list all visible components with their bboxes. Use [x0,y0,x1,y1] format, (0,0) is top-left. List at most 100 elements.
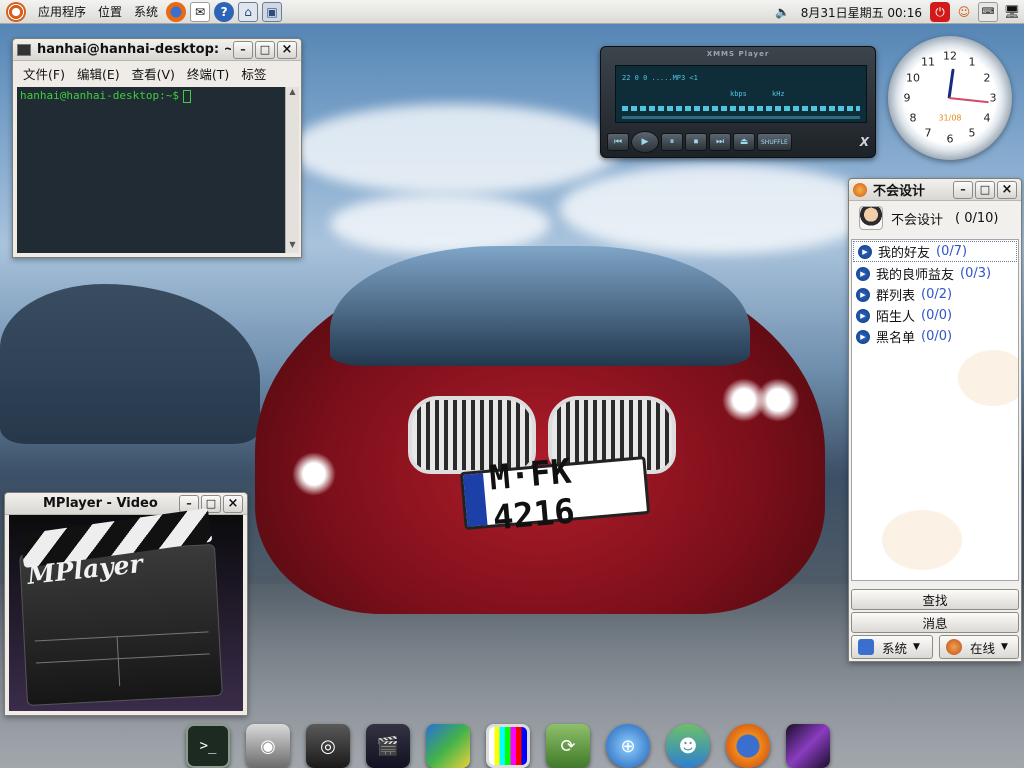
menu-places[interactable]: 位置 [92,3,128,20]
im-user-header[interactable]: 不会设计 ( 0/10) [849,201,1021,235]
chat-bubble-watermark-icon [882,510,962,570]
im-user-count: ( 0/10) [955,210,999,226]
clock-number: 5 [968,126,976,140]
top-panel: 应用程序 位置 系统 ✉ ? ⌂ ▣ 🔈 8月31日星期五 00:16 ⏻ ☺ … [0,0,1024,24]
user-icon[interactable]: ☺ [954,2,974,22]
terminal-scrollbar[interactable]: ▲ ▼ [285,87,299,253]
list-item[interactable]: ▶ 我的好友 (0/7) [853,241,1017,262]
chat-bubble-watermark-icon [958,350,1018,406]
xmms-visualizer [622,106,860,111]
monitor-icon[interactable]: 🖥 [1002,2,1022,22]
previous-button[interactable]: ⏮ [607,133,629,151]
wallpaper-icon[interactable] [786,724,830,768]
menu-applications[interactable]: 应用程序 [32,3,92,20]
clock-number: 2 [983,71,991,85]
close-button[interactable]: × [997,180,1017,199]
expand-arrow-icon: ▶ [856,287,870,302]
system-menu-button[interactable]: 系统 ▼ [851,635,933,659]
keyboard-icon[interactable]: ⌨ [978,2,998,22]
next-button[interactable]: ⏭ [709,133,731,151]
clock-number: 12 [943,49,957,63]
minimize-button[interactable]: – [233,40,253,59]
mplayer-window: MPlayer - Video – □ × MPlayer [4,492,248,716]
clock-number: 9 [903,91,911,105]
im-app-icon [853,182,867,197]
application-dock: >_ ◉ ◎ 🎬 ⟳ ⊕ ☻ [148,718,868,768]
messenger-icon[interactable]: ☻ [666,724,710,768]
close-button[interactable]: × [277,40,297,59]
help-icon[interactable]: ? [214,1,235,22]
video-icon[interactable]: 🎬 [366,724,410,768]
list-item[interactable]: ▶ 陌生人 (0/0) [852,305,1018,326]
screenshot-icon[interactable]: ▣ [262,1,283,22]
scroll-up-icon[interactable]: ▲ [286,87,299,100]
xmms-title[interactable]: XMMS Player [601,47,875,61]
shuffle-button[interactable]: SHUFFLE [757,133,792,151]
eject-button[interactable]: ⏏ [733,133,755,151]
im-user-name: 不会设计 [891,212,944,228]
window-title: hanhai@hanhai-desktop: ~ [37,42,231,57]
minute-hand [948,97,989,104]
sync-icon[interactable]: ⟳ [546,724,590,768]
terminal-titlebar[interactable]: hanhai@hanhai-desktop: ~ – □ × [13,39,301,61]
menu-file[interactable]: 文件(F) [19,64,73,83]
expand-arrow-icon: ▶ [858,244,872,259]
menu-terminal[interactable]: 终端(T) [183,64,237,83]
analog-clock-widget[interactable]: 12 1 2 3 4 5 6 7 8 9 10 11 31/08 [888,36,1012,160]
menu-edit[interactable]: 编辑(E) [73,64,128,83]
clock-number: 11 [921,55,935,69]
close-button[interactable]: × [223,494,243,513]
clock-number: 6 [946,132,954,146]
maximize-button[interactable]: □ [255,40,275,59]
panel-clock[interactable]: 8月31日星期五 00:16 [795,4,928,21]
list-item[interactable]: ▶ 黑名单 (0/0) [852,326,1018,347]
xmms-seekbar[interactable] [622,116,860,119]
mail-icon[interactable]: ✉ [190,1,211,22]
scroll-down-icon[interactable]: ▼ [286,240,299,253]
xmms-khz-label: kHz [772,90,785,98]
firefox-icon[interactable] [726,724,770,768]
ubuntu-logo-icon[interactable] [6,1,26,22]
menu-view[interactable]: 查看(V) [128,64,183,83]
im-contacts-window: 不会设计 – □ × 不会设计 ( 0/10) ▶ 我的好友 (0/7) ▶ 我的良师… [848,178,1022,662]
list-item[interactable]: ▶ 群列表 (0/2) [852,284,1018,305]
network-globe-icon[interactable]: ⊕ [606,724,650,768]
speaker-icon[interactable]: ◎ [306,724,350,768]
clock-number: 8 [909,111,917,125]
terminal-app-icon [17,43,31,56]
expand-arrow-icon: ▶ [856,308,870,323]
find-button[interactable]: 查找 [851,589,1019,610]
camera-icon[interactable]: ◉ [246,724,290,768]
clock-number: 4 [983,111,991,125]
tv-test-icon[interactable] [486,724,530,768]
power-icon[interactable]: ⏻ [930,2,950,22]
list-item[interactable]: ▶ 我的良师益友 (0/3) [852,263,1018,284]
mplayer-video-area[interactable]: MPlayer [9,507,243,711]
text-cursor [182,89,191,103]
maximize-button[interactable]: □ [975,180,995,199]
status-dropdown[interactable]: 在线 ▼ [939,635,1019,659]
window-title: MPlayer - Video [43,496,158,511]
terminal-icon[interactable]: >_ [186,724,230,768]
shell-prompt: hanhai@hanhai-desktop:~$ [20,89,179,102]
menu-tabs[interactable]: 标签 [237,64,274,83]
clock-number: 3 [989,91,997,105]
system-icon [858,639,874,655]
books-icon[interactable] [426,724,470,768]
network-icon[interactable]: ⌂ [238,1,259,22]
avatar[interactable] [859,206,883,230]
messages-button[interactable]: 消息 [851,612,1019,633]
im-titlebar[interactable]: 不会设计 – □ × [849,179,1021,201]
stop-button[interactable]: ⏹ [685,133,707,151]
terminal-menubar: 文件(F) 编辑(E) 查看(V) 终端(T) 标签 [13,61,301,85]
firefox-icon[interactable] [166,1,187,22]
volume-icon[interactable]: 🔈 [773,2,793,22]
menu-system[interactable]: 系统 [128,3,164,20]
mplayer-titlebar[interactable]: MPlayer - Video – □ × [5,493,247,515]
minimize-button[interactable]: – [953,180,973,199]
im-group-list: ▶ 我的好友 (0/7) ▶ 我的良师益友 (0/3) ▶ 群列表 (0/2) ▶ 陌生人 (0… [851,239,1019,581]
play-button[interactable]: ▶ [631,131,659,153]
expand-arrow-icon: ▶ [856,266,870,281]
terminal-output[interactable]: hanhai@hanhai-desktop:~$ [17,87,285,253]
pause-button[interactable]: ⏸ [661,133,683,151]
